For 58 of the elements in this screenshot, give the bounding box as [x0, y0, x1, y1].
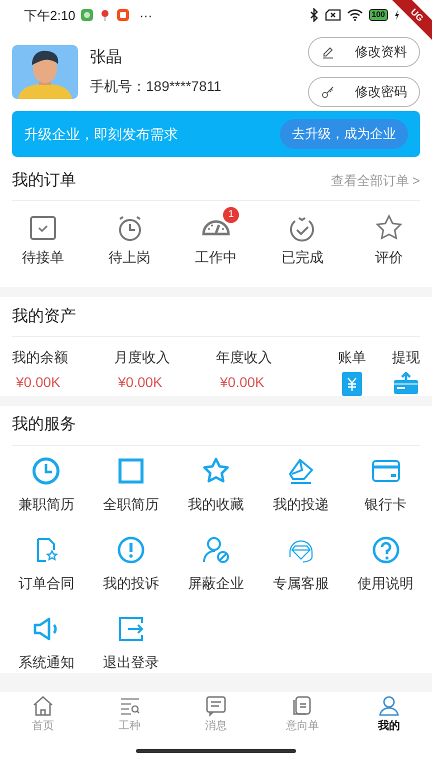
key-icon [321, 84, 335, 99]
order-status-item[interactable]: 评价 [346, 205, 432, 288]
edit-button[interactable]: 修改资料 [308, 36, 420, 67]
tab[interactable]: 我的 [346, 694, 432, 739]
gauge-icon [200, 220, 231, 236]
order-status-item[interactable]: 待上岗 [86, 205, 173, 288]
section-title: 我的订单 [12, 170, 76, 191]
service-item[interactable]: 兼职简历 [4, 456, 89, 515]
location-pin-icon [99, 9, 112, 22]
wifi-icon [346, 9, 363, 22]
stat-value: ¥0.00K [117, 373, 164, 392]
service-item[interactable]: 我的收藏 [174, 456, 258, 515]
status-time: 下午2:10 [24, 6, 76, 25]
service-item[interactable]: 系统通知 [4, 614, 89, 673]
stat-label: 年度收入 [216, 348, 273, 368]
phone-number: 手机号：189****7811 [90, 77, 222, 96]
banner-text: 升级企业，即刻发布需求 [24, 124, 178, 144]
app-icon [81, 9, 94, 22]
message-icon [204, 694, 228, 718]
bluetooth-icon [308, 8, 319, 22]
app-icon [117, 9, 130, 22]
service-item[interactable]: 专属客服 [258, 534, 344, 594]
home-icon [31, 694, 56, 718]
more-icon: ··· [139, 6, 152, 26]
user-name: 张晶 [90, 48, 123, 68]
charging-icon [394, 10, 400, 20]
order-status-item[interactable]: 1 工作中 [172, 205, 260, 288]
asset-action-button[interactable]: 账单 [322, 347, 382, 396]
asset-action-button[interactable]: 提现 [392, 347, 420, 396]
service-item[interactable]: 全职简历 [88, 456, 174, 515]
withdraw-icon [394, 372, 418, 394]
yuan-receipt-icon [342, 372, 362, 396]
stat-value: ¥0.00K [219, 373, 266, 392]
edit-button[interactable]: 修改密码 [308, 76, 420, 107]
service-item[interactable]: 使用说明 [343, 534, 428, 594]
question-icon [370, 534, 401, 565]
user-block-icon [200, 534, 231, 565]
service-item[interactable]: 银行卡 [343, 456, 428, 515]
service-item[interactable]: 我的投递 [258, 456, 344, 515]
stat-value: ¥0.00K [15, 373, 62, 392]
battery-icon: 100 [368, 9, 388, 22]
service-item[interactable]: 退出登录 [88, 614, 174, 673]
clock-icon [31, 456, 62, 486]
order-status-item[interactable]: 已完成 [259, 205, 346, 288]
stat-label: 月度收入 [114, 348, 171, 368]
square-icon [116, 456, 146, 486]
pencil-icon [321, 44, 335, 59]
sim-icon [324, 9, 341, 22]
service-item[interactable]: 订单合同 [4, 534, 89, 594]
service-item[interactable]: 我的投诉 [88, 534, 174, 594]
section-title: 我的服务 [12, 414, 76, 436]
count-badge: 1 [222, 207, 239, 224]
exclamation-icon [116, 534, 146, 565]
user-icon [376, 694, 401, 718]
stat-label: 我的余额 [12, 348, 69, 368]
order-status-item[interactable]: 待接单 [0, 205, 86, 288]
section-title: 我的资产 [12, 306, 76, 327]
service-item[interactable]: 屏蔽企业 [174, 534, 258, 594]
